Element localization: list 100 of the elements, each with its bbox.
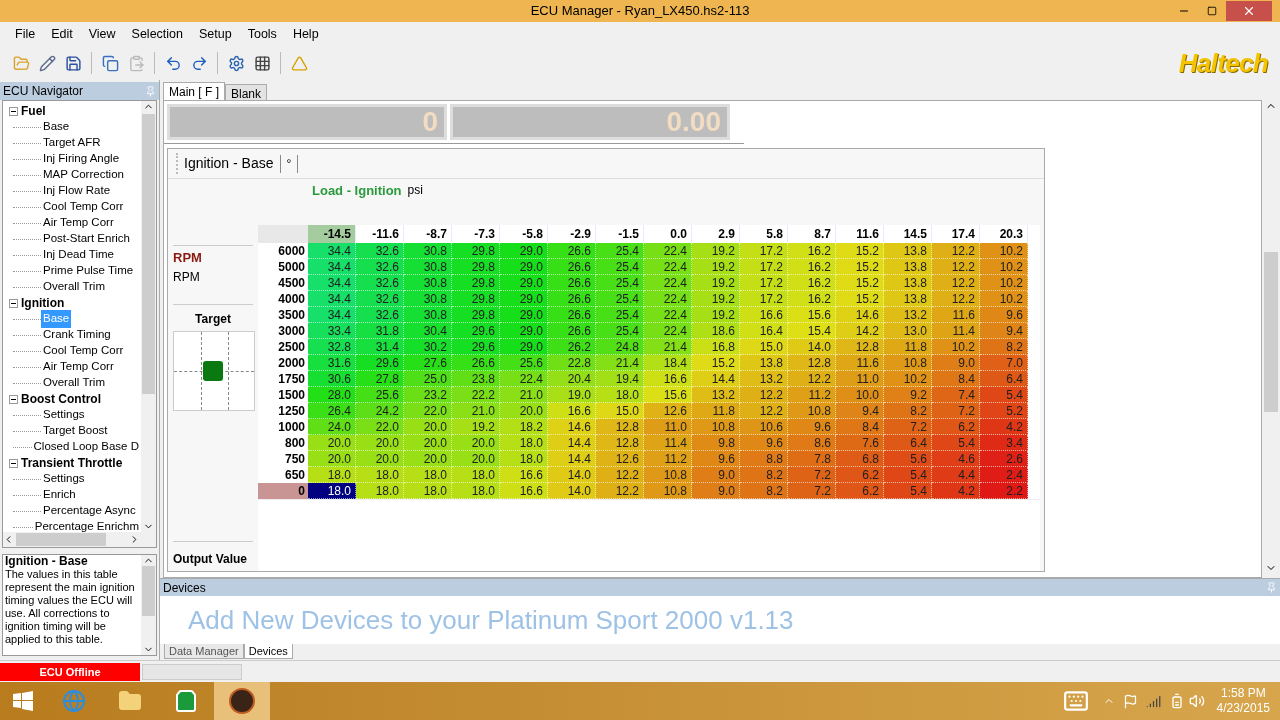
tree-item[interactable]: Cool Temp Corr	[41, 342, 126, 360]
table-cell[interactable]: 11.8	[884, 339, 932, 355]
tab[interactable]: Main [ F ]	[163, 82, 225, 100]
table-cell[interactable]: 22.4	[644, 323, 692, 339]
tree-item[interactable]: Inj Dead Time	[41, 246, 116, 264]
table-cell[interactable]: 34.4	[308, 307, 356, 323]
table-cell[interactable]: 6.4	[884, 435, 932, 451]
table-cell[interactable]: 28.0	[308, 387, 356, 403]
table-cell[interactable]: 18.0	[356, 483, 404, 499]
table-cell[interactable]: 23.8	[452, 371, 500, 387]
table-cell[interactable]: 7.0	[980, 355, 1028, 371]
table-cell[interactable]: 19.2	[692, 291, 740, 307]
table-cell[interactable]: 18.4	[644, 355, 692, 371]
signal-icon[interactable]	[1145, 693, 1161, 709]
table-cell[interactable]: 9.0	[692, 483, 740, 499]
table-cell[interactable]: 9.4	[980, 323, 1028, 339]
table-cell[interactable]: 13.2	[884, 307, 932, 323]
table-cell[interactable]: 30.4	[404, 323, 452, 339]
tree-item[interactable]: Overall Trim	[41, 374, 107, 392]
table-cell[interactable]: 16.6	[500, 467, 548, 483]
table-cell[interactable]: 6.4	[980, 371, 1028, 387]
tree-item[interactable]: Percentage Async	[41, 502, 138, 520]
table-cell[interactable]: 20.4	[548, 371, 596, 387]
menu-item[interactable]: Selection	[124, 24, 190, 44]
table-cell[interactable]: 16.2	[788, 275, 836, 291]
table-cell[interactable]: 12.2	[740, 387, 788, 403]
table-cell[interactable]: 5.4	[932, 435, 980, 451]
table-cell[interactable]: 16.2	[788, 291, 836, 307]
tree-item[interactable]: Settings	[41, 406, 87, 424]
table-cell[interactable]: 13.8	[884, 275, 932, 291]
table-cell[interactable]: 11.0	[644, 419, 692, 435]
table-cell[interactable]: 23.2	[404, 387, 452, 403]
scrollbar[interactable]	[141, 101, 156, 532]
table-cell[interactable]: 22.4	[500, 371, 548, 387]
menu-item[interactable]: Help	[285, 24, 326, 44]
table-cell[interactable]: 6.8	[836, 451, 884, 467]
table-cell[interactable]: 12.8	[788, 355, 836, 371]
table-cell[interactable]: 26.4	[308, 403, 356, 419]
tree-item[interactable]: Crank Timing	[41, 326, 113, 344]
table-cell[interactable]: 14.4	[548, 451, 596, 467]
table-cell[interactable]: 11.8	[692, 403, 740, 419]
table-cell[interactable]: 32.6	[356, 291, 404, 307]
tree-item[interactable]: Prime Pulse Time	[41, 262, 136, 280]
table-cell[interactable]: 26.6	[548, 243, 596, 259]
table-cell[interactable]: 11.2	[788, 387, 836, 403]
table-cell[interactable]: 34.4	[308, 243, 356, 259]
table-cell[interactable]: 11.4	[644, 435, 692, 451]
table-cell[interactable]: 17.2	[740, 291, 788, 307]
tree-group[interactable]: Fuel	[21, 102, 46, 120]
table-cell[interactable]: 22.2	[452, 387, 500, 403]
table-cell[interactable]: 22.4	[644, 275, 692, 291]
table-cell[interactable]: 21.4	[644, 339, 692, 355]
table-cell[interactable]: 25.4	[596, 259, 644, 275]
table-cell[interactable]: 11.4	[932, 323, 980, 339]
table-cell[interactable]: 14.6	[836, 307, 884, 323]
table-cell[interactable]: 18.0	[596, 387, 644, 403]
menu-item[interactable]: Tools	[240, 24, 284, 44]
table-cell[interactable]: 33.4	[308, 323, 356, 339]
table-cell[interactable]: 5.2	[980, 403, 1028, 419]
table-cell[interactable]: 4.2	[932, 483, 980, 499]
table-cell[interactable]: 12.2	[596, 467, 644, 483]
table-cell[interactable]: 9.4	[836, 403, 884, 419]
table-cell[interactable]: 10.8	[788, 403, 836, 419]
menu-item[interactable]: Setup	[192, 24, 239, 44]
table-cell[interactable]: 5.4	[884, 467, 932, 483]
table-cell[interactable]: 10.2	[884, 371, 932, 387]
table-cell[interactable]: 10.2	[932, 339, 980, 355]
table-cell[interactable]: 10.6	[740, 419, 788, 435]
table-cell[interactable]: 13.2	[740, 371, 788, 387]
table-cell[interactable]: 3.4	[980, 435, 1028, 451]
table-cell[interactable]: 14.6	[548, 419, 596, 435]
table-cell[interactable]: 18.0	[356, 467, 404, 483]
speaker-icon[interactable]	[1188, 693, 1205, 709]
table-cell[interactable]: 20.0	[404, 419, 452, 435]
table-cell[interactable]: 13.8	[740, 355, 788, 371]
table-cell[interactable]: 18.0	[308, 467, 356, 483]
expander-icon[interactable]	[9, 106, 18, 116]
table-cell[interactable]: 8.2	[884, 403, 932, 419]
table-cell[interactable]: 20.0	[356, 451, 404, 467]
table-cell[interactable]: 14.0	[788, 339, 836, 355]
table-cell[interactable]: 15.2	[836, 259, 884, 275]
table-cell[interactable]: 30.2	[404, 339, 452, 355]
tree-item[interactable]: Base	[41, 118, 72, 136]
table-cell[interactable]: 19.0	[548, 387, 596, 403]
table-cell[interactable]: 4.2	[980, 419, 1028, 435]
table-cell[interactable]: 14.2	[836, 323, 884, 339]
table-cell[interactable]: 7.2	[932, 403, 980, 419]
table-cell[interactable]: 13.8	[884, 259, 932, 275]
table-cell[interactable]: 19.2	[692, 243, 740, 259]
expander-icon[interactable]	[9, 458, 18, 468]
table-cell[interactable]: 21.4	[596, 355, 644, 371]
table-cell[interactable]: 26.6	[548, 323, 596, 339]
table-cell[interactable]: 9.6	[692, 451, 740, 467]
table-cell[interactable]: 25.4	[596, 323, 644, 339]
table-cell[interactable]: 29.0	[500, 323, 548, 339]
tree-item[interactable]: Air Temp Corr	[41, 358, 116, 376]
table-cell[interactable]: 29.0	[500, 339, 548, 355]
table-cell[interactable]: 19.2	[692, 275, 740, 291]
table-cell[interactable]: 10.8	[884, 355, 932, 371]
table-cell[interactable]: 32.6	[356, 259, 404, 275]
